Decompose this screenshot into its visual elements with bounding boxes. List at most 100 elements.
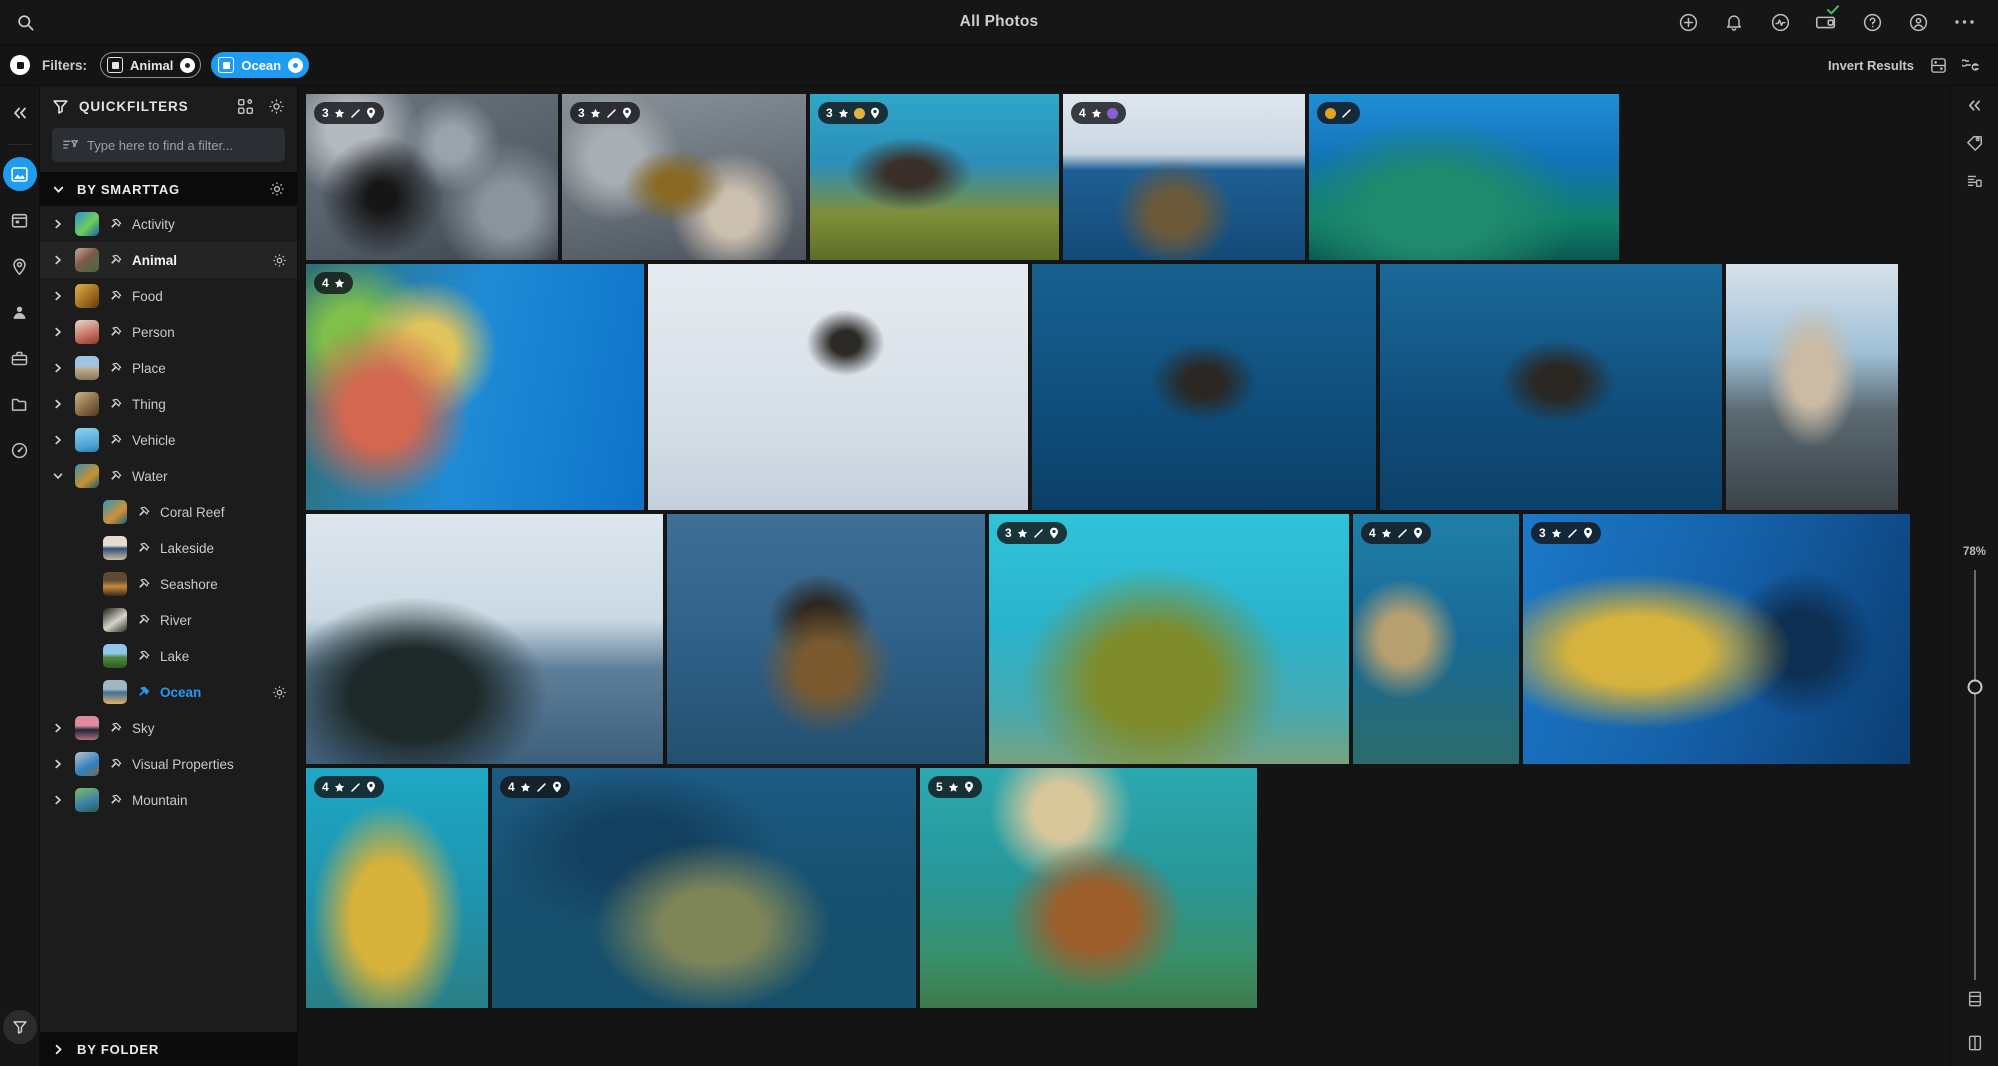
- smarttag-item-lake[interactable]: Lake: [40, 638, 297, 674]
- photo-eagle-catching-fish[interactable]: [1380, 264, 1722, 510]
- pin-icon[interactable]: [108, 362, 123, 375]
- photo-sea-lion-diving[interactable]: 3: [810, 94, 1059, 260]
- grid-view-icon[interactable]: [237, 98, 254, 115]
- chevron-right-icon[interactable]: [50, 794, 66, 806]
- pin-icon[interactable]: [108, 254, 123, 267]
- clear-filters-button[interactable]: [10, 55, 30, 75]
- metadata-icon[interactable]: [1965, 172, 1984, 191]
- pin-icon[interactable]: [108, 218, 123, 231]
- chevron-down-icon[interactable]: [50, 470, 66, 482]
- pin-icon[interactable]: [136, 578, 151, 591]
- smarttag-item-animal[interactable]: Animal: [40, 242, 297, 278]
- pin-icon[interactable]: [108, 794, 123, 807]
- chevron-right-icon[interactable]: [50, 398, 66, 410]
- activity-pulse-icon[interactable]: [1768, 10, 1792, 34]
- photo-coral-reef-fish[interactable]: 4: [306, 264, 644, 510]
- smarttag-item-coral-reef[interactable]: Coral Reef: [40, 494, 297, 530]
- chevron-right-icon[interactable]: [50, 758, 66, 770]
- smarttag-item-vehicle[interactable]: Vehicle: [40, 422, 297, 458]
- gear-icon[interactable]: [269, 181, 285, 197]
- sidebar-item-folders[interactable]: [3, 387, 37, 421]
- smarttag-item-lakeside[interactable]: Lakeside: [40, 530, 297, 566]
- grid-layout-icon[interactable]: [1967, 1034, 1983, 1052]
- photo-eagle-over-island[interactable]: [306, 514, 663, 764]
- gear-icon[interactable]: [272, 685, 287, 700]
- section-by-smarttag[interactable]: BY SMARTTAG: [40, 172, 297, 206]
- more-horizontal-icon[interactable]: [1952, 10, 1976, 34]
- smarttag-item-person[interactable]: Person: [40, 314, 297, 350]
- search-icon[interactable]: [13, 10, 37, 34]
- bell-icon[interactable]: [1722, 10, 1746, 34]
- sidebar-item-projects[interactable]: [3, 341, 37, 375]
- filter-chip-ocean[interactable]: Ocean: [211, 52, 309, 78]
- collapse-left-icon[interactable]: [3, 96, 37, 130]
- photo-sea-turtle-diver[interactable]: 4: [492, 768, 916, 1008]
- chevron-right-icon[interactable]: [50, 434, 66, 446]
- chevron-right-icon[interactable]: [50, 362, 66, 374]
- smarttag-item-seashore[interactable]: Seashore: [40, 566, 297, 602]
- smarttag-item-visual-properties[interactable]: Visual Properties: [40, 746, 297, 782]
- pin-icon[interactable]: [136, 650, 151, 663]
- smarttag-item-thing[interactable]: Thing: [40, 386, 297, 422]
- photo-booby-on-rail[interactable]: 4: [1063, 94, 1305, 260]
- gear-icon[interactable]: [272, 253, 287, 268]
- photo-eagle-on-beach[interactable]: [1726, 264, 1898, 510]
- filter-chip-animal[interactable]: Animal: [100, 52, 201, 78]
- photo-eagle-perched-driftwood[interactable]: [667, 514, 985, 764]
- account-circle-icon[interactable]: [1906, 10, 1930, 34]
- collapse-right-icon[interactable]: [1966, 98, 1983, 113]
- filter-funnel-icon[interactable]: [3, 1010, 37, 1044]
- filmstrip-icon[interactable]: [1967, 990, 1983, 1008]
- smarttag-item-ocean[interactable]: Ocean: [40, 674, 297, 710]
- photo-diver-ladder-reef[interactable]: 4: [1353, 514, 1519, 764]
- smarttag-item-water[interactable]: Water: [40, 458, 297, 494]
- filter-search-input[interactable]: Type here to find a filter...: [52, 128, 285, 162]
- smarttag-item-river[interactable]: River: [40, 602, 297, 638]
- help-circle-icon[interactable]: [1860, 10, 1884, 34]
- chevron-right-icon[interactable]: [50, 218, 66, 230]
- pin-icon[interactable]: [108, 398, 123, 411]
- gear-icon[interactable]: [268, 98, 285, 115]
- pin-icon[interactable]: [108, 326, 123, 339]
- photo-yellow-kelp-closeup[interactable]: 4: [306, 768, 488, 1008]
- pin-icon[interactable]: [136, 506, 151, 519]
- sidebar-item-calendar[interactable]: [3, 203, 37, 237]
- invert-results-label[interactable]: Invert Results: [1828, 58, 1914, 73]
- photo-kelp-turtle-shallow[interactable]: 3: [989, 514, 1349, 764]
- sidebar-item-dashboard[interactable]: [3, 433, 37, 467]
- remove-filter-icon[interactable]: [180, 58, 195, 73]
- sidebar-item-places[interactable]: [3, 249, 37, 283]
- photo-eagle-over-water-a[interactable]: [1032, 264, 1376, 510]
- smarttag-item-activity[interactable]: Activity: [40, 206, 297, 242]
- pin-icon[interactable]: [108, 434, 123, 447]
- photo-seal-in-kelp-rocks[interactable]: 3: [562, 94, 806, 260]
- section-by-folder[interactable]: BY FOLDER: [40, 1032, 297, 1066]
- remove-filter-icon[interactable]: [288, 58, 303, 73]
- chevron-right-icon[interactable]: [50, 326, 66, 338]
- pin-icon[interactable]: [136, 686, 151, 699]
- photo-green-reef[interactable]: [1309, 94, 1619, 260]
- photo-diver-in-kelp-forest[interactable]: 3: [1523, 514, 1910, 764]
- sidebar-item-photos[interactable]: [3, 157, 37, 191]
- zoom-slider[interactable]: 78%: [1951, 546, 1998, 980]
- link-filters-icon[interactable]: [1962, 55, 1982, 75]
- zoom-slider-track[interactable]: [1974, 570, 1976, 980]
- smarttag-item-mountain[interactable]: Mountain: [40, 782, 297, 818]
- smarttag-item-food[interactable]: Food: [40, 278, 297, 314]
- pin-icon[interactable]: [108, 470, 123, 483]
- pin-icon[interactable]: [108, 290, 123, 303]
- pin-icon[interactable]: [136, 614, 151, 627]
- photo-cormorant-on-rocks[interactable]: 3: [306, 94, 558, 260]
- chevron-right-icon[interactable]: [50, 290, 66, 302]
- photo-eagle-flying-sky[interactable]: [648, 264, 1028, 510]
- chevron-right-icon[interactable]: [50, 722, 66, 734]
- invert-results-icon[interactable]: [1928, 55, 1948, 75]
- chevron-right-icon[interactable]: [50, 254, 66, 266]
- add-circle-icon[interactable]: [1676, 10, 1700, 34]
- zoom-slider-knob[interactable]: [1967, 680, 1982, 695]
- pin-icon[interactable]: [108, 722, 123, 735]
- tag-icon[interactable]: [1965, 133, 1984, 152]
- photo-sea-lion-underwater[interactable]: 5: [920, 768, 1257, 1008]
- pin-icon[interactable]: [136, 542, 151, 555]
- smarttag-item-sky[interactable]: Sky: [40, 710, 297, 746]
